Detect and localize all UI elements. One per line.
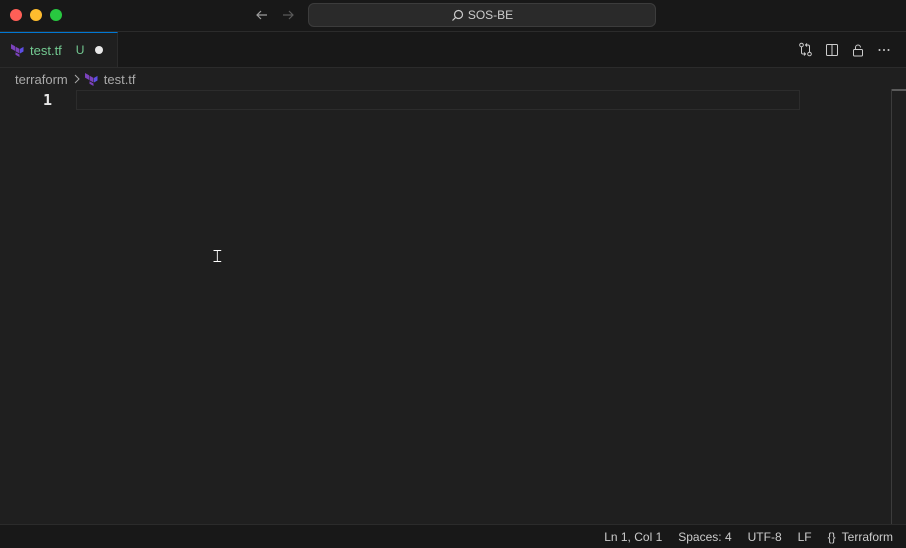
- editor-tab-bar: test.tf U: [0, 32, 906, 68]
- line-number: 1: [42, 91, 52, 109]
- editor-actions: [797, 41, 892, 58]
- split-editor-icon[interactable]: [823, 41, 840, 58]
- language-mode[interactable]: {} Terraform: [828, 530, 893, 544]
- language-label: Terraform: [841, 529, 893, 544]
- vscode-window: SOS-BE test.tf U terraform test.tf 1 𝙸 L…: [0, 0, 906, 548]
- terraform-icon: [84, 72, 98, 86]
- indentation-setting[interactable]: Spaces: 4: [678, 530, 731, 544]
- braces-icon: {}: [827, 529, 836, 544]
- git-compare-icon[interactable]: [797, 41, 814, 58]
- cursor-position[interactable]: Ln 1, Col 1: [604, 530, 662, 544]
- search-icon: [451, 9, 464, 22]
- unsaved-dot-icon[interactable]: [95, 46, 104, 54]
- command-center-search[interactable]: SOS-BE: [308, 3, 656, 27]
- breadcrumb-folder[interactable]: terraform: [15, 72, 68, 87]
- file-encoding[interactable]: UTF-8: [748, 530, 782, 544]
- end-of-line[interactable]: LF: [798, 530, 812, 544]
- scrollbar-marker: [892, 89, 906, 91]
- terraform-icon: [10, 43, 24, 57]
- tab-test-tf[interactable]: test.tf U: [0, 32, 118, 67]
- lock-icon[interactable]: [849, 41, 866, 58]
- breadcrumb-file[interactable]: test.tf: [104, 72, 136, 87]
- vertical-scrollbar[interactable]: [891, 89, 892, 524]
- tab-label: test.tf: [30, 42, 62, 58]
- back-arrow-icon[interactable]: [252, 5, 272, 25]
- status-bar: Ln 1, Col 1 Spaces: 4 UTF-8 LF {} Terraf…: [0, 524, 906, 548]
- minimize-window-button[interactable]: [30, 9, 42, 21]
- current-line-highlight: [76, 90, 800, 110]
- code-editor[interactable]: 1: [0, 89, 890, 524]
- untracked-status-badge: U: [75, 43, 85, 57]
- forward-arrow-icon[interactable]: [278, 5, 298, 25]
- maximize-window-button[interactable]: [50, 9, 62, 21]
- breadcrumb: terraform test.tf: [15, 69, 136, 89]
- more-actions-icon[interactable]: [875, 41, 892, 58]
- chevron-right-icon: [73, 74, 81, 84]
- command-center-label: SOS-BE: [467, 8, 514, 22]
- close-window-button[interactable]: [10, 9, 22, 21]
- text-cursor-icon: 𝙸: [211, 246, 224, 267]
- title-bar: SOS-BE: [0, 0, 906, 32]
